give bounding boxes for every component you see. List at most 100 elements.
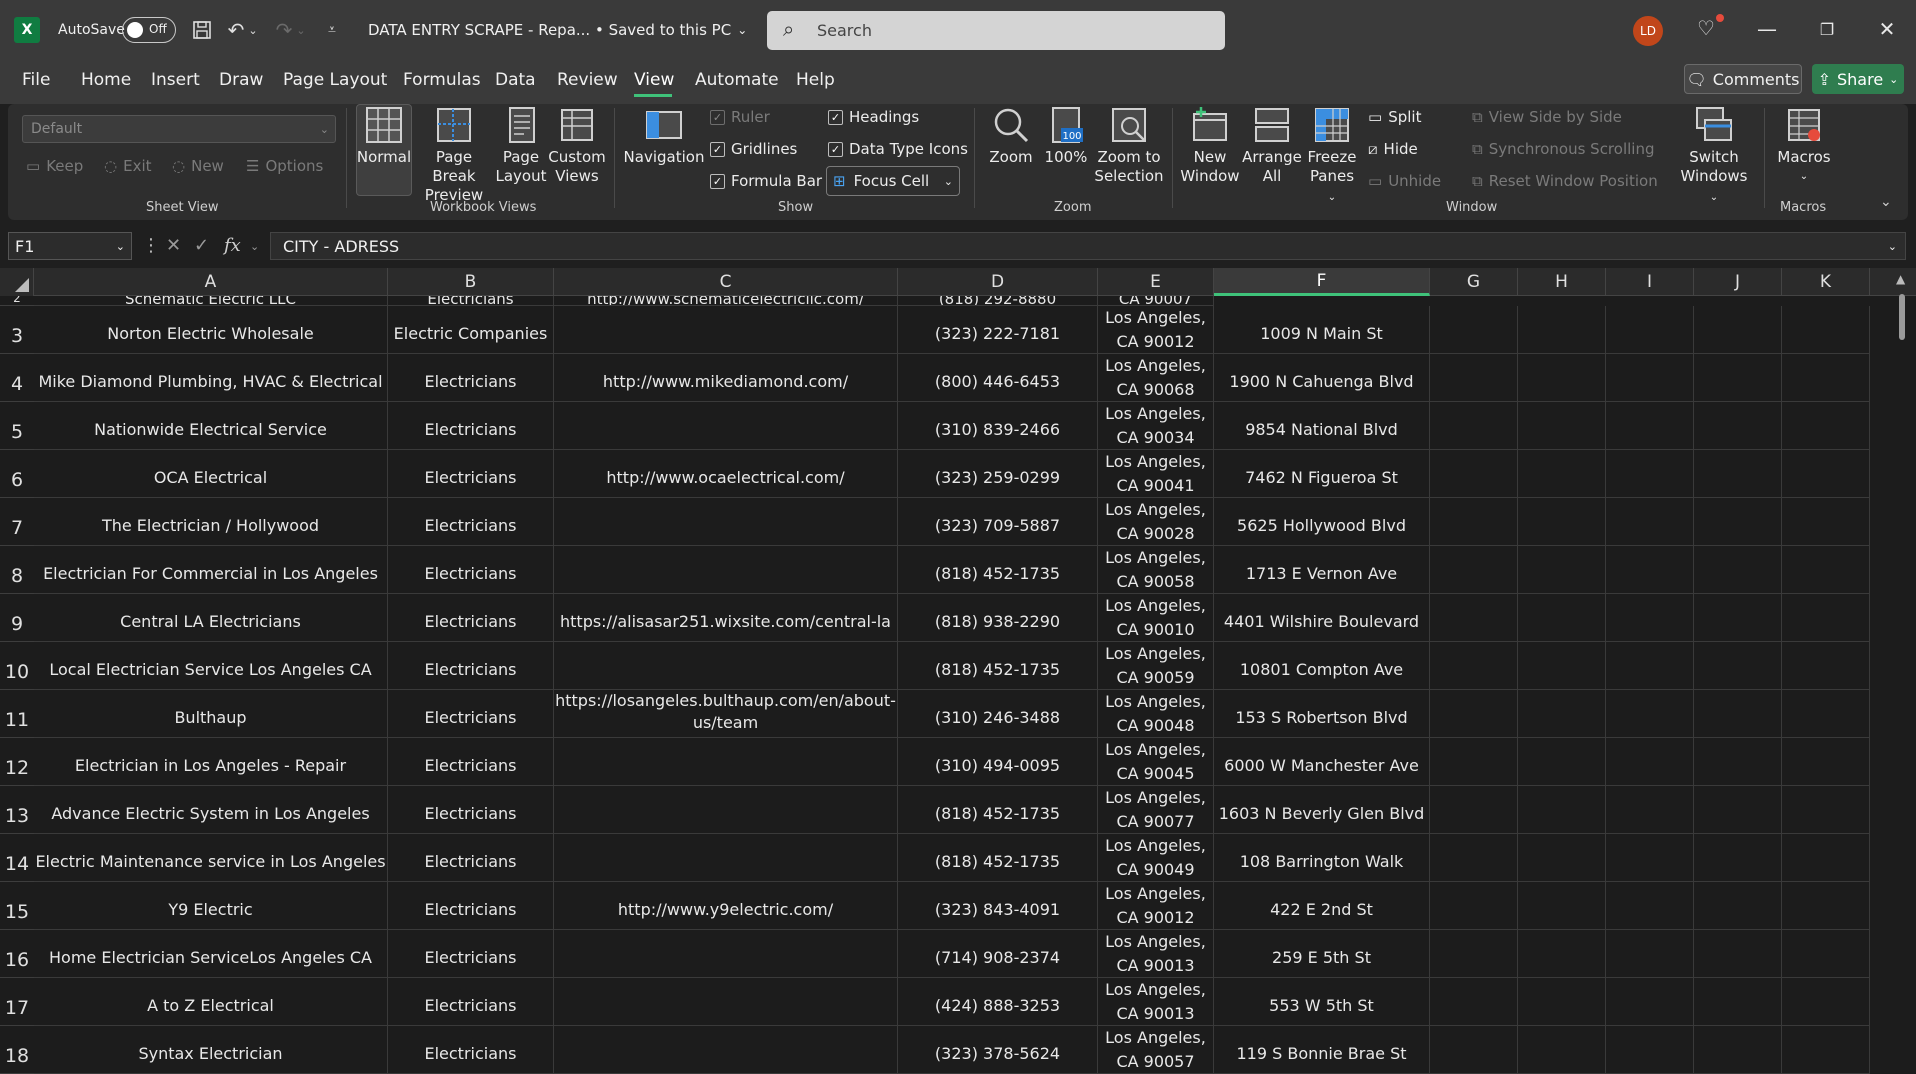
empty-cell[interactable] xyxy=(1518,642,1606,690)
empty-cell[interactable] xyxy=(1782,930,1870,978)
empty-cell[interactable] xyxy=(1518,450,1606,498)
empty-cell[interactable] xyxy=(1518,1026,1606,1074)
empty-cell[interactable] xyxy=(1694,882,1782,930)
tab-data[interactable]: Data xyxy=(495,70,536,90)
scroll-up-icon[interactable]: ▲ xyxy=(1896,272,1905,286)
empty-cell[interactable] xyxy=(1606,930,1694,978)
row-header[interactable]: 17 xyxy=(0,978,34,1026)
search-box[interactable]: ⌕ Search xyxy=(767,11,1225,50)
empty-cell[interactable] xyxy=(1606,498,1694,546)
empty-cell[interactable] xyxy=(1782,786,1870,834)
empty-cell[interactable] xyxy=(1694,930,1782,978)
cell-name[interactable]: Electrician in Los Angeles - Repair xyxy=(34,738,388,786)
minimize-icon[interactable]: — xyxy=(1752,14,1782,44)
cell-website[interactable]: https://alisasar251.wixsite.com/central-… xyxy=(554,594,898,642)
cell-address[interactable]: 6000 W Manchester Ave xyxy=(1214,738,1430,786)
tab-automate[interactable]: Automate xyxy=(695,70,779,90)
restore-icon[interactable]: ❐ xyxy=(1812,14,1842,44)
empty-cell[interactable] xyxy=(1606,690,1694,738)
row-header[interactable]: 2 xyxy=(0,296,34,306)
empty-cell[interactable] xyxy=(1518,930,1606,978)
cell-website[interactable] xyxy=(554,306,898,354)
empty-cell[interactable] xyxy=(1518,738,1606,786)
cell-name[interactable]: Syntax Electrician xyxy=(34,1026,388,1074)
options-button[interactable]: ☰ Options xyxy=(246,157,323,175)
tab-page-layout[interactable]: Page Layout xyxy=(283,70,387,90)
empty-cell[interactable] xyxy=(1518,354,1606,402)
cell-website[interactable]: http://www.mikediamond.com/ xyxy=(554,354,898,402)
share-button[interactable]: ⇪ Share ⌄ xyxy=(1812,64,1904,94)
cell-city[interactable]: Los Angeles, CA 90058 xyxy=(1098,546,1214,594)
empty-cell[interactable] xyxy=(1430,882,1518,930)
cell-city[interactable]: Los Angeles, CA 90057 xyxy=(1098,1026,1214,1074)
cell-city[interactable]: Los Angeles, CA 90048 xyxy=(1098,690,1214,738)
cell-category[interactable]: Electricians xyxy=(388,1026,554,1074)
cell-name[interactable]: A to Z Electrical xyxy=(34,978,388,1026)
cell-website[interactable]: http://www.y9electric.com/ xyxy=(554,882,898,930)
macros-button[interactable]: Macros ⌄ xyxy=(1776,106,1832,186)
row-header[interactable]: 11 xyxy=(0,690,34,738)
row-header[interactable]: 8 xyxy=(0,546,34,594)
focus-cell-button[interactable]: ⊞ Focus Cell ⌄ xyxy=(826,166,960,196)
page-layout-button[interactable]: Page Layout xyxy=(496,106,547,186)
empty-cell[interactable] xyxy=(1430,594,1518,642)
table-cell[interactable]: (818) 292-8880 xyxy=(898,296,1098,306)
empty-cell[interactable] xyxy=(1606,978,1694,1026)
empty-cell[interactable] xyxy=(1782,594,1870,642)
arrange-all-button[interactable]: Arrange All xyxy=(1242,106,1302,186)
cell-phone[interactable]: (323) 259-0299 xyxy=(898,450,1098,498)
empty-cell[interactable] xyxy=(1430,450,1518,498)
cell-address[interactable]: 153 S Robertson Blvd xyxy=(1214,690,1430,738)
empty-cell[interactable] xyxy=(1518,978,1606,1026)
cell-city[interactable]: Los Angeles, CA 90077 xyxy=(1098,786,1214,834)
cell-address[interactable]: 1713 E Vernon Ave xyxy=(1214,546,1430,594)
table-cell[interactable]: CA 90007 xyxy=(1098,296,1214,306)
cell-category[interactable]: Electricians xyxy=(388,642,554,690)
cell-city[interactable]: Los Angeles, CA 90041 xyxy=(1098,450,1214,498)
row-header[interactable]: 14 xyxy=(0,834,34,882)
empty-cell[interactable] xyxy=(1430,306,1518,354)
empty-cell[interactable] xyxy=(1606,306,1694,354)
empty-cell[interactable] xyxy=(1606,354,1694,402)
cell-city[interactable]: Los Angeles, CA 90059 xyxy=(1098,642,1214,690)
cell-address[interactable]: 119 S Bonnie Brae St xyxy=(1214,1026,1430,1074)
cell-city[interactable]: Los Angeles, CA 90012 xyxy=(1098,306,1214,354)
empty-cell[interactable] xyxy=(1694,498,1782,546)
empty-cell[interactable] xyxy=(1782,450,1870,498)
cell-name[interactable]: OCA Electrical xyxy=(34,450,388,498)
keep-button[interactable]: ▭ Keep xyxy=(26,157,83,175)
cell-name[interactable]: Advance Electric System in Los Angeles xyxy=(34,786,388,834)
customize-toolbar-icon[interactable]: ⩡ xyxy=(318,16,346,44)
empty-cell[interactable] xyxy=(1782,882,1870,930)
cell-category[interactable]: Electricians xyxy=(388,690,554,738)
empty-cell[interactable] xyxy=(1782,498,1870,546)
avatar[interactable]: LD xyxy=(1633,16,1663,46)
empty-cell[interactable] xyxy=(1518,594,1606,642)
cell-category[interactable]: Electricians xyxy=(388,498,554,546)
cell-website[interactable] xyxy=(554,738,898,786)
empty-cell[interactable] xyxy=(1430,354,1518,402)
cell-address[interactable]: 108 Barrington Walk xyxy=(1214,834,1430,882)
cell-category[interactable]: Electricians xyxy=(388,786,554,834)
cancel-entry-icon[interactable]: ✕ xyxy=(166,235,181,256)
cell-city[interactable]: Los Angeles, CA 90045 xyxy=(1098,738,1214,786)
cell-name[interactable]: Home Electrician ServiceLos Angeles CA xyxy=(34,930,388,978)
scrollbar-thumb[interactable] xyxy=(1899,294,1905,340)
data-type-icons-checkbox[interactable]: ✓ Data Type Icons xyxy=(828,140,968,158)
spreadsheet-grid[interactable]: ABCDEFGHIJK 2 Schematic Electric LLC Elect… xyxy=(0,268,1916,1074)
empty-cell[interactable] xyxy=(1518,546,1606,594)
column-header-g[interactable]: G xyxy=(1430,268,1518,296)
empty-cell[interactable] xyxy=(1430,786,1518,834)
cell-city[interactable]: Los Angeles, CA 90068 xyxy=(1098,354,1214,402)
empty-cell[interactable] xyxy=(1694,450,1782,498)
empty-cell[interactable] xyxy=(1606,786,1694,834)
cell-name[interactable]: Bulthaup xyxy=(34,690,388,738)
reset-window-position-button[interactable]: ⧉ Reset Window Position xyxy=(1472,172,1658,190)
cell-address[interactable]: 10801 Compton Ave xyxy=(1214,642,1430,690)
empty-cell[interactable] xyxy=(1430,498,1518,546)
cell-website[interactable] xyxy=(554,786,898,834)
cell-phone[interactable]: (800) 446-6453 xyxy=(898,354,1098,402)
cell-website[interactable] xyxy=(554,834,898,882)
cell-phone[interactable]: (323) 709-5887 xyxy=(898,498,1098,546)
synchronous-scrolling-button[interactable]: ⧉ Synchronous Scrolling xyxy=(1472,140,1654,158)
